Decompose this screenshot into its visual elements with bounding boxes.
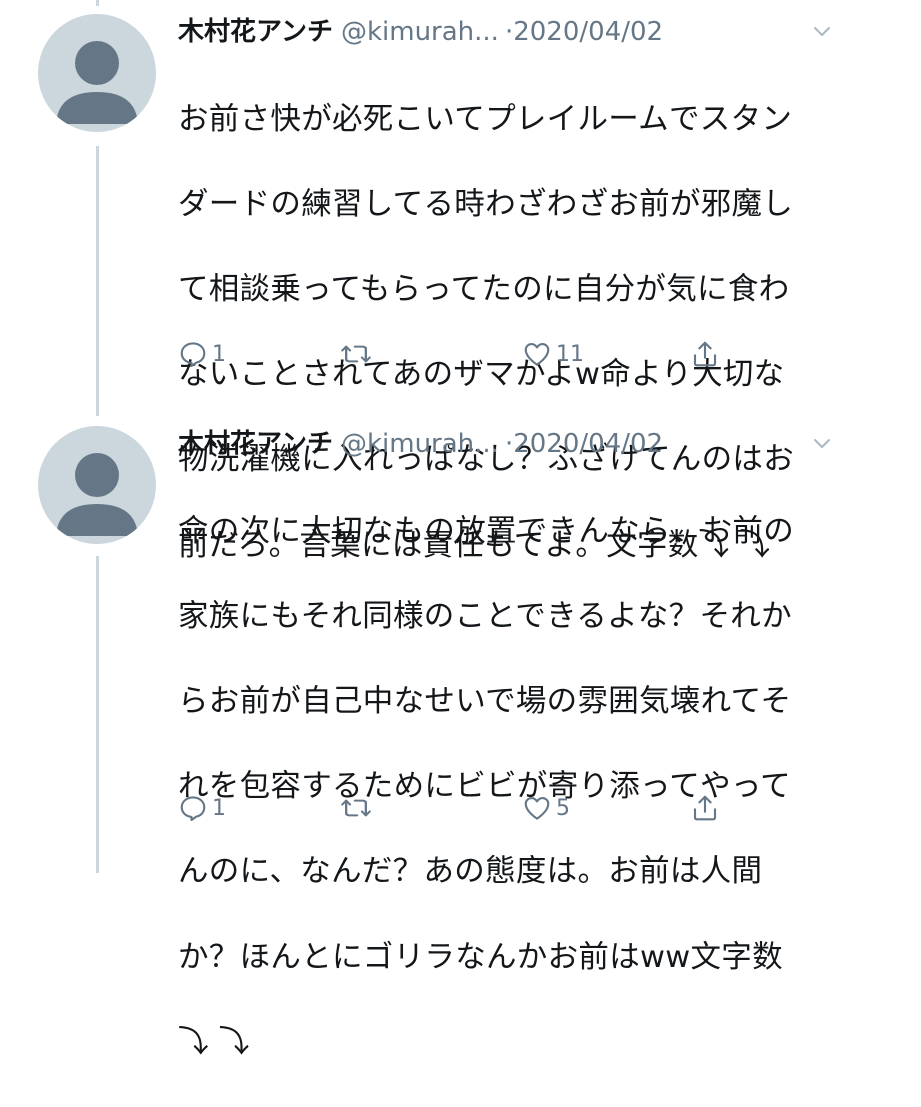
avatar[interactable]	[38, 426, 156, 544]
tweet-actions: 1 5	[178, 788, 778, 828]
like-count: 11	[556, 341, 584, 367]
reply-button[interactable]: 1	[178, 788, 226, 828]
tweet-header: 木村花アンチ @kimurah... ·2020/04/02	[178, 424, 898, 464]
like-icon	[524, 342, 550, 366]
tweet-text-line: か？ほんとにゴリラなんかお前はww文字数	[178, 939, 783, 975]
retweet-button[interactable]	[340, 334, 376, 374]
tweet-text-line: らお前が自己中なせいで場の雰囲気壊れてそ	[178, 683, 792, 719]
like-button[interactable]: 5	[522, 788, 570, 828]
user-handle[interactable]: @kimurah...	[341, 17, 499, 47]
reply-count: 1	[212, 341, 226, 367]
avatar[interactable]	[38, 14, 156, 132]
share-button[interactable]	[690, 788, 720, 828]
separator-dot: ·	[504, 17, 514, 47]
retweet-icon	[341, 799, 371, 817]
chevron-down-icon[interactable]	[810, 20, 834, 44]
display-name[interactable]: 木村花アンチ	[178, 17, 333, 47]
tweet-date[interactable]: 2020/04/02	[513, 429, 663, 459]
tweet-text-line: て相談乗ってもらってたのに自分が気に食わ	[178, 271, 790, 307]
separator-dot: ·	[504, 429, 514, 459]
tweet-actions: 1 11	[178, 334, 778, 374]
retweet-icon	[341, 345, 371, 363]
thread-line-top	[96, 0, 99, 6]
tweet-text-line: 命の次に大切なもの放置できんなら、お前の	[178, 513, 794, 549]
share-icon	[693, 795, 717, 821]
retweet-button[interactable]	[340, 788, 376, 828]
reply-icon	[180, 342, 206, 368]
tweet-header: 木村花アンチ @kimurah... ·2020/04/02	[178, 12, 898, 52]
tweet-text-line: ⤵︎ ⤵︎	[178, 1024, 250, 1060]
tweet[interactable]: 木村花アンチ @kimurah... ·2020/04/02 命の次に大切なもの放置…	[0, 424, 921, 1060]
chevron-down-icon[interactable]	[810, 432, 834, 456]
default-avatar-icon	[56, 41, 138, 124]
user-handle[interactable]: @kimurah...	[341, 429, 499, 459]
tweet-date[interactable]: 2020/04/02	[513, 17, 663, 47]
tweet[interactable]: 木村花アンチ @kimurah... ·2020/04/02 お前さ快が必死こいてプ…	[0, 12, 921, 563]
tweet-text-line: お前さ快が必死こいてプレイルームでスタン	[178, 101, 793, 137]
display-name[interactable]: 木村花アンチ	[178, 429, 333, 459]
reply-icon	[180, 796, 206, 822]
like-count: 5	[556, 795, 570, 821]
like-button[interactable]: 11	[522, 334, 584, 374]
like-icon	[524, 796, 550, 820]
share-icon	[693, 341, 717, 367]
default-avatar-icon	[56, 453, 138, 536]
reply-button[interactable]: 1	[178, 334, 226, 374]
tweet-text-line: 家族にもそれ同様のことできるよな？それか	[178, 598, 792, 634]
tweet-text-line: ダードの練習してる時わざわざお前が邪魔し	[178, 186, 794, 222]
share-button[interactable]	[690, 334, 720, 374]
reply-count: 1	[212, 795, 226, 821]
